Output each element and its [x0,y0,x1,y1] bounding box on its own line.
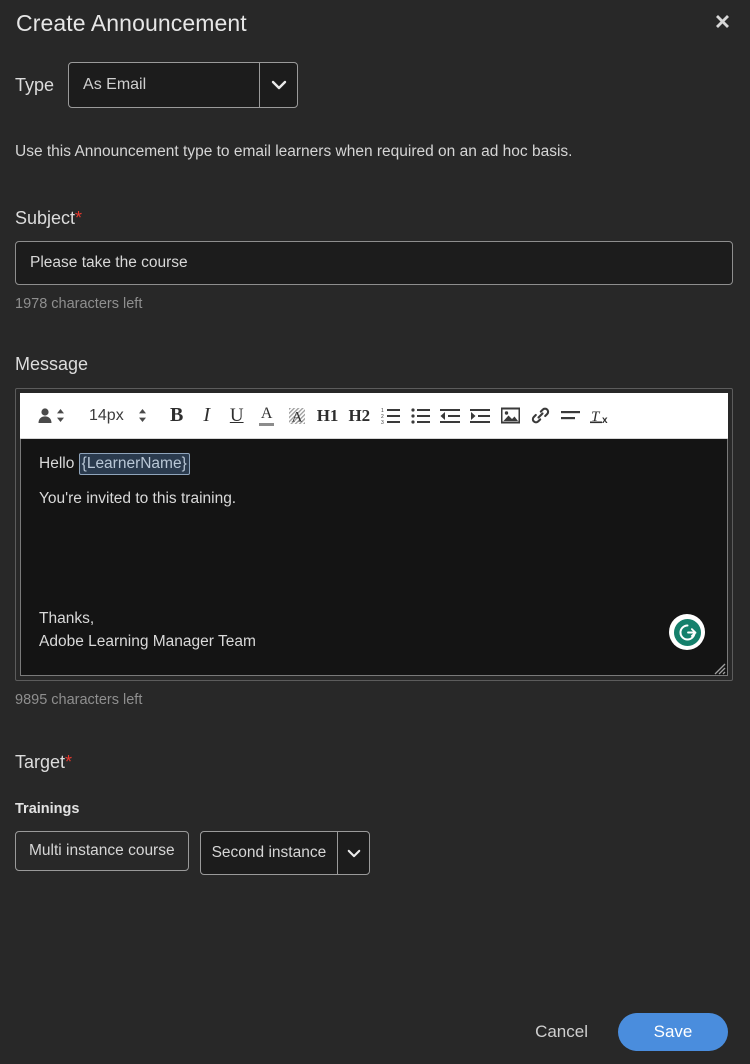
subject-input-value: Please take the course [30,254,188,272]
target-label-text: Target [15,752,66,773]
message-signature: Adobe Learning Manager Team [39,632,256,650]
italic-label: I [203,404,211,427]
instance-select[interactable]: Second instance [199,831,371,876]
type-row: Type As Email [15,62,735,108]
greeting-text: Hello [39,455,79,473]
message-line-2: You're invited to this training. [39,489,237,507]
trainings-chips: Multi instance course Second instance [15,831,735,876]
subject-required-marker: * [75,208,83,229]
dialog-footer: Cancel Save [0,1000,750,1064]
close-icon[interactable] [707,6,737,36]
training-chip[interactable]: Multi instance course [15,831,189,872]
underline-button[interactable]: U [222,399,252,433]
learner-name-token[interactable]: {LearnerName} [78,453,190,475]
unordered-list-icon[interactable] [405,399,435,433]
rich-text-editor: 14px B I U A A H1 H2 1 2 3 T x Hello {Le… [20,393,728,677]
bold-label: B [170,404,184,427]
save-button[interactable]: Save [618,1013,728,1051]
grammarly-icon[interactable] [669,614,705,651]
trainings-label: Trainings [15,801,80,818]
text-color-label: A [260,404,273,422]
target-required-marker: * [65,752,73,773]
link-icon[interactable] [525,399,555,433]
cancel-button[interactable]: Cancel [519,1014,604,1050]
subject-char-counter: 1978 characters left [15,296,143,313]
svg-text:3: 3 [381,420,384,424]
heading2-label: H2 [348,405,371,425]
chevron-down-icon [259,63,297,107]
message-signature-block: Thanks, Adobe Learning Manager Team [39,607,256,654]
clear-format-icon[interactable]: T x [585,399,617,433]
text-color-swatch [259,422,275,426]
dialog-body: Type As Email Use this Announcement type… [0,62,750,876]
heading2-button[interactable]: H2 [343,399,375,433]
type-label: Type [15,74,55,95]
italic-button[interactable]: I [192,399,222,433]
subject-label-text: Subject [15,208,76,229]
insert-token-icon[interactable] [32,399,70,433]
subject-label: Subject* [15,208,735,229]
bold-button[interactable]: B [162,399,192,433]
heading1-label: H1 [316,405,339,425]
message-editor-body[interactable]: Hello {LearnerName} You're invited to th… [20,439,728,677]
create-announcement-dialog: Create Announcement Type As Email Use th… [0,0,750,1064]
outdent-icon[interactable] [435,399,465,433]
message-label: Message [15,354,89,375]
svg-text:A: A [291,409,302,425]
chevron-down-icon [337,832,369,875]
type-help-text: Use this Announcement type to email lear… [15,143,573,160]
editor-resize-handle[interactable] [712,660,726,675]
target-label: Target* [15,752,735,773]
ordered-list-icon[interactable]: 1 2 3 [375,399,405,433]
text-color-icon[interactable]: A [252,399,282,433]
dialog-header: Create Announcement [0,0,750,46]
indent-icon[interactable] [465,399,495,433]
type-select-value: As Email [83,76,147,93]
dialog-title: Create Announcement [16,9,247,36]
rte-toolbar: 14px B I U A A H1 H2 1 2 3 T x [20,393,728,440]
underline-label: U [229,404,244,426]
grammarly-badge [673,618,701,646]
svg-text:x: x [602,415,608,425]
image-icon[interactable] [495,399,525,433]
highlight-color-icon[interactable]: A [282,399,312,433]
heading1-button[interactable]: H1 [312,399,344,433]
message-line-greeting: Hello {LearnerName} [39,453,709,475]
message-editor-container: 14px B I U A A H1 H2 1 2 3 T x Hello {Le… [15,388,733,682]
message-char-counter: 9895 characters left [15,692,143,709]
subject-input[interactable]: Please take the course [15,241,733,286]
instance-select-value: Second instance [211,844,327,862]
font-size-value: 14px [89,406,124,424]
font-size-selector[interactable]: 14px [80,399,152,433]
message-sign-off: Thanks, [39,609,95,627]
align-icon[interactable] [555,399,585,433]
type-select[interactable]: As Email [68,62,299,108]
